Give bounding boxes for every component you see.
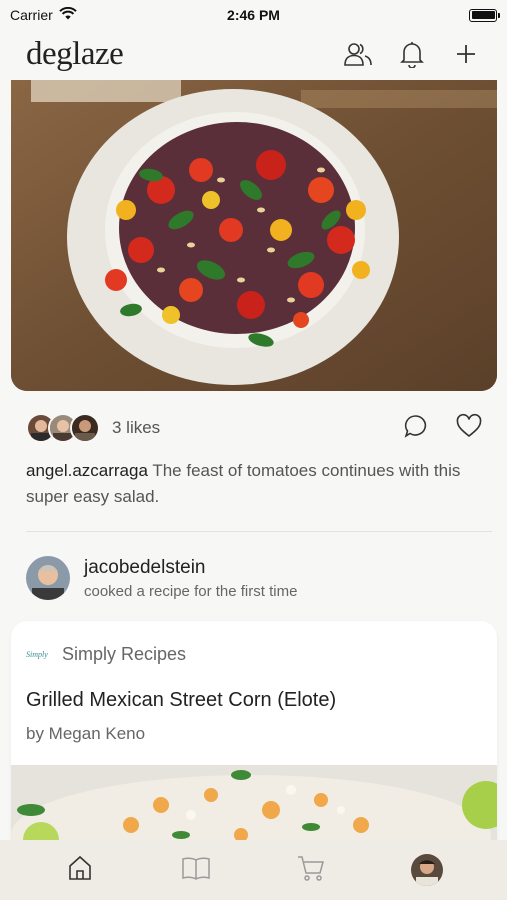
book-icon — [181, 855, 211, 886]
recipe-title: Grilled Mexican Street Corn (Elote) — [26, 689, 337, 711]
activity-description: cooked a recipe for the first time — [84, 582, 298, 600]
app-logo: deglaze — [26, 35, 124, 72]
tab-profile[interactable] — [407, 850, 447, 890]
friends-icon[interactable] — [343, 39, 373, 69]
likes-row: 3 likes — [26, 410, 483, 446]
activity-username[interactable]: jacobedelstein — [84, 557, 297, 579]
comment-icon[interactable] — [403, 413, 429, 444]
activity-item[interactable]: jacobedelstein cooked a recipe for the f… — [26, 556, 297, 600]
tab-home[interactable] — [60, 850, 100, 890]
post-caption: angel.azcarraga The feast of tomatoes co… — [26, 458, 466, 510]
app-header: deglaze — [0, 30, 507, 78]
recipe-photo-corn[interactable] — [11, 765, 497, 851]
source-logo: Simply — [26, 650, 48, 659]
source-name: Simply Recipes — [62, 644, 187, 664]
likes-count: 3 likes — [112, 418, 161, 437]
liker-avatars — [26, 413, 100, 443]
status-left: Carrier — [10, 6, 77, 23]
status-bar: Carrier 2:46 PM — [0, 0, 507, 30]
home-icon — [66, 854, 94, 887]
recipe-source[interactable]: Simply Simply Recipes — [11, 621, 497, 665]
likes-summary[interactable]: 3 likes — [26, 413, 160, 443]
tab-shopping[interactable] — [291, 850, 331, 890]
header-actions — [343, 39, 481, 69]
heart-icon[interactable] — [455, 413, 483, 444]
add-plus-icon[interactable] — [451, 39, 481, 69]
avatar[interactable] — [26, 556, 70, 600]
tab-bar — [0, 840, 507, 900]
carrier-label: Carrier — [10, 7, 53, 23]
caption-username[interactable]: angel.azcarraga — [26, 461, 148, 480]
avatar — [70, 413, 100, 443]
wifi-icon — [59, 6, 77, 23]
activity-text: jacobedelstein cooked a recipe for the f… — [84, 557, 297, 600]
recipe-author: by Megan Keno — [26, 724, 146, 743]
post-photo-salad[interactable] — [11, 80, 497, 391]
battery-icon — [469, 8, 500, 22]
notifications-bell-icon[interactable] — [397, 39, 427, 69]
post-actions — [403, 413, 483, 444]
recipe-card[interactable]: Simply Simply Recipes Grilled Mexican St… — [11, 621, 497, 851]
avatar — [411, 854, 444, 886]
cart-icon — [296, 854, 326, 887]
divider — [26, 531, 492, 532]
tab-cookbook[interactable] — [176, 850, 216, 890]
